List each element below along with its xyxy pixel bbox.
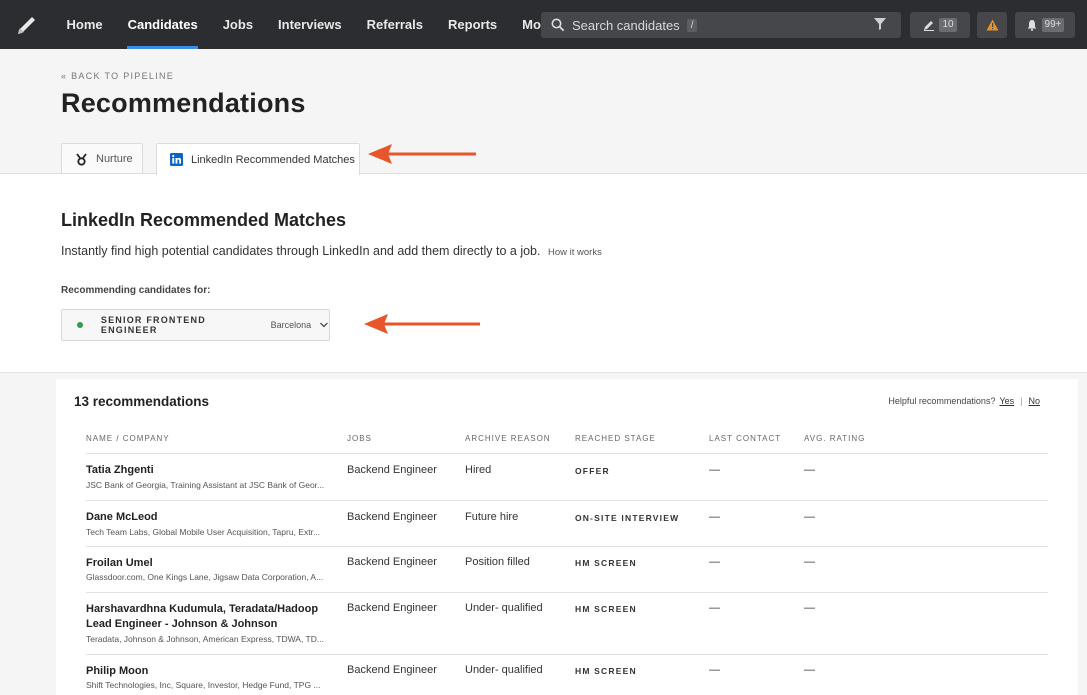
column-header-last-contact[interactable]: LAST CONTACT	[709, 434, 781, 443]
helpful-prompt: Helpful recommendations?	[888, 396, 996, 406]
notifications-count-badge: 99+	[1041, 18, 1065, 32]
row-job: Backend Engineer	[347, 664, 437, 676]
back-to-pipeline-link[interactable]: « BACK TO PIPELINE	[61, 71, 174, 81]
edit-button[interactable]: 10	[910, 12, 970, 38]
row-job: Backend Engineer	[347, 511, 437, 523]
candidate-company: Glassdoor.com, One Kings Lane, Jigsaw Da…	[86, 572, 324, 582]
row-last-contact: —	[709, 511, 720, 523]
candidate-name[interactable]: Philip Moon	[86, 664, 336, 679]
recommending-label: Recommending candidates for:	[61, 285, 211, 296]
helpful-feedback: Helpful recommendations? Yes | No	[888, 396, 1044, 406]
row-archive-reason: Future hire	[465, 511, 519, 523]
row-avg-rating: —	[804, 664, 815, 676]
row-reached-stage: HM SCREEN	[575, 558, 637, 568]
row-last-contact: —	[709, 464, 720, 476]
chevron-down-icon	[320, 322, 328, 328]
candidate-name[interactable]: Froilan Umel	[86, 556, 336, 571]
job-select-dropdown[interactable]: SENIOR FRONTEND ENGINEER Barcelona	[61, 309, 330, 341]
row-last-contact: —	[709, 602, 720, 614]
row-archive-reason: Under- qualified	[465, 664, 543, 676]
column-header-name[interactable]: NAME / COMPANY	[86, 434, 170, 443]
helpful-no-link[interactable]: No	[1028, 396, 1040, 406]
nav-home[interactable]: Home	[54, 0, 115, 49]
tab-nurture[interactable]: Nurture	[61, 143, 143, 174]
filter-icon[interactable]	[873, 17, 887, 31]
nav-referrals[interactable]: Referrals	[354, 0, 435, 49]
row-job: Backend Engineer	[347, 556, 437, 568]
recommendations-count: 13 recommendations	[74, 394, 210, 409]
candidate-name[interactable]: Harshavardhna Kudumula, Teradata/Hadoop …	[86, 602, 336, 632]
job-status-dot	[77, 322, 83, 328]
annotation-arrow-icon	[368, 144, 476, 164]
section-title: LinkedIn Recommended Matches	[61, 210, 347, 230]
column-header-jobs[interactable]: JOBS	[347, 434, 372, 443]
row-archive-reason: Position filled	[465, 556, 530, 568]
candidate-company: Tech Team Labs, Global Mobile User Acqui…	[86, 527, 321, 537]
row-last-contact: —	[709, 664, 720, 676]
search-shortcut: /	[686, 18, 698, 32]
row-avg-rating: —	[804, 464, 815, 476]
table-row[interactable]: Tatia Zhgenti JSC Bank of Georgia, Train…	[86, 453, 1048, 500]
row-last-contact: —	[709, 556, 720, 568]
table-row[interactable]: Philip Moon Shift Technologies, Inc, Squ…	[86, 654, 1048, 695]
top-nav: Home Candidates Jobs Interviews Referral…	[0, 0, 1087, 49]
row-avg-rating: —	[804, 511, 815, 523]
column-header-avg-rating[interactable]: AVG. RATING	[804, 434, 865, 443]
edit-icon	[924, 21, 935, 31]
annotation-arrow-icon	[364, 314, 480, 334]
nav-interviews[interactable]: Interviews	[266, 0, 355, 49]
search-input[interactable]: Search candidates /	[541, 12, 901, 38]
row-reached-stage: HM SCREEN	[575, 666, 637, 676]
tab-linkedin-matches[interactable]: LinkedIn Recommended Matches	[156, 143, 360, 175]
row-job: Backend Engineer	[347, 464, 437, 476]
candidate-name[interactable]: Dane McLeod	[86, 510, 336, 525]
section-description-text: Instantly find high potential candidates…	[61, 244, 541, 258]
table-row[interactable]: Froilan Umel Glassdoor.com, One Kings La…	[86, 546, 1048, 592]
row-reached-stage: OFFER	[575, 466, 610, 476]
nav-reports[interactable]: Reports	[436, 0, 510, 49]
row-job: Backend Engineer	[347, 602, 437, 614]
linkedin-icon	[170, 153, 183, 166]
helpful-separator: |	[1020, 396, 1023, 406]
candidate-company: JSC Bank of Georgia, Training Assistant …	[86, 480, 325, 490]
candidate-company: Teradata, Johnson & Johnson, American Ex…	[86, 634, 324, 644]
table-row[interactable]: Harshavardhna Kudumula, Teradata/Hadoop …	[86, 592, 1048, 654]
column-header-reached-stage[interactable]: REACHED STAGE	[575, 434, 656, 443]
row-reached-stage: HM SCREEN	[575, 604, 637, 614]
notifications-button[interactable]: 99+	[1015, 12, 1075, 38]
search-icon	[551, 18, 565, 32]
bell-icon	[1027, 20, 1037, 31]
nurture-icon	[75, 152, 88, 166]
helpful-yes-link[interactable]: Yes	[999, 396, 1014, 406]
how-it-works-link[interactable]: How it works	[548, 247, 602, 258]
candidate-company: Shift Technologies, Inc, Square, Investo…	[86, 680, 321, 690]
row-avg-rating: —	[804, 556, 815, 568]
nav-candidates[interactable]: Candidates	[115, 0, 210, 49]
column-header-archive-reason[interactable]: ARCHIVE REASON	[465, 434, 551, 443]
recommendations-card: 13 recommendations Helpful recommendatio…	[56, 379, 1078, 695]
tab-linkedin-label: LinkedIn Recommended Matches	[191, 153, 355, 166]
job-select-value: SENIOR FRONTEND ENGINEER	[100, 315, 206, 335]
tab-nurture-label: Nurture	[96, 153, 133, 165]
logo-icon[interactable]	[14, 12, 40, 38]
row-archive-reason: Hired	[465, 464, 492, 476]
search-placeholder: Search candidates	[572, 17, 680, 33]
section-description: Instantly find high potential candidates…	[61, 244, 602, 258]
edit-count-badge: 10	[939, 18, 957, 32]
warning-icon	[986, 19, 998, 31]
row-reached-stage: ON-SITE INTERVIEW	[575, 513, 680, 523]
linkedin-matches-panel: LinkedIn Recommended Matches Instantly f…	[0, 173, 1087, 373]
page-title: Recommendations	[61, 88, 306, 118]
row-avg-rating: —	[804, 602, 815, 614]
warning-button[interactable]	[977, 12, 1007, 38]
candidate-name[interactable]: Tatia Zhgenti	[86, 463, 336, 478]
table-row[interactable]: Dane McLeod Tech Team Labs, Global Mobil…	[86, 500, 1048, 546]
job-select-location: Barcelona	[270, 320, 312, 330]
row-archive-reason: Under- qualified	[465, 602, 543, 614]
nav-jobs[interactable]: Jobs	[210, 0, 265, 49]
table-header: NAME / COMPANY JOBS ARCHIVE REASON REACH…	[86, 434, 1048, 452]
